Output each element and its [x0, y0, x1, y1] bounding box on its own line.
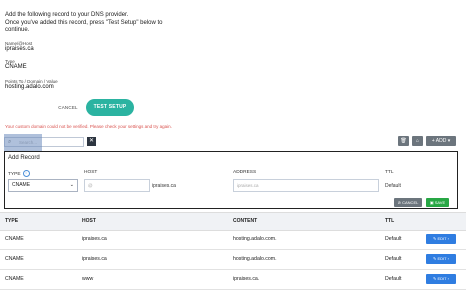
edit-button[interactable]: ✎ EDIT › — [426, 254, 456, 264]
address-input-placeholder: ipraises.ca — [237, 183, 259, 188]
table-header: TYPE HOST CONTENT TTL — [0, 212, 466, 231]
test-setup-button[interactable]: TEST SETUP — [86, 99, 134, 116]
row-host: www — [82, 276, 94, 282]
intro-line-3: continue. — [5, 27, 30, 33]
panel-cancel-button[interactable]: ⊘ CANCEL — [394, 198, 422, 207]
intro-line-2: Once you've added this record, press "Te… — [5, 19, 163, 26]
header-content: CONTENT — [233, 218, 258, 224]
address-input[interactable]: ipraises.ca — [233, 179, 379, 192]
error-message: Your custom domain could not be verified… — [5, 124, 172, 129]
row-content: hosting.adalo.com. — [233, 236, 277, 242]
host-input[interactable]: @ — [84, 179, 150, 192]
tag-icon: ⌂ — [415, 138, 420, 144]
trash-button[interactable]: 🗑 — [398, 136, 409, 146]
row-host: ipraises.ca — [82, 236, 107, 242]
row-type: CNAME — [5, 276, 24, 282]
type-select[interactable]: CNAME ⌄ — [8, 179, 78, 192]
table-row: CNAME ipraises.ca hosting.adalo.com. Def… — [0, 250, 466, 270]
add-button[interactable]: + ADD ▾ — [426, 136, 456, 146]
cancel-button[interactable]: CANCEL — [52, 103, 84, 113]
row-content: hosting.adalo.com. — [233, 256, 277, 262]
type-field-label: TYPE i — [8, 170, 30, 177]
tag-button[interactable]: ⌂ — [412, 136, 423, 146]
host-field-label: HOST — [84, 170, 98, 175]
intro-line-1: Add the following record to your DNS pro… — [5, 12, 129, 18]
row-ttl: Default — [385, 256, 402, 262]
ttl-field-label: TTL — [385, 170, 394, 175]
edit-button[interactable]: ✎ EDIT › — [426, 234, 456, 244]
row-ttl: Default — [385, 236, 402, 242]
header-host: HOST — [82, 218, 96, 224]
points-value: hosting.adalo.com — [5, 84, 54, 90]
header-type: TYPE — [5, 218, 19, 224]
row-type: CNAME — [5, 236, 24, 242]
ttl-value: Default — [385, 183, 401, 189]
row-content: ipraises.ca. — [233, 276, 260, 282]
host-input-placeholder: @ — [88, 183, 93, 188]
type-field-label-text: TYPE — [8, 171, 21, 177]
row-ttl: Default — [385, 276, 402, 282]
clear-search-button[interactable]: ✕ — [87, 137, 96, 146]
header-ttl: TTL — [385, 218, 395, 224]
address-field-label: ADDRESS — [233, 170, 257, 175]
table-row: CNAME ipraises.ca hosting.adalo.com. Def… — [0, 230, 466, 250]
intro-text: Add the following record to your DNS pro… — [5, 12, 205, 35]
chevron-down-icon: ⌄ — [69, 182, 74, 188]
edit-button[interactable]: ✎ EDIT › — [426, 274, 456, 284]
row-type: CNAME — [5, 256, 24, 262]
table-row: CNAME www ipraises.ca. Default ✎ EDIT › — [0, 270, 466, 290]
type-value: CNAME — [5, 64, 27, 70]
info-icon[interactable]: i — [22, 170, 30, 177]
row-host: ipraises.ca — [82, 256, 107, 262]
type-select-value: CNAME — [12, 182, 31, 188]
add-record-title: Add Record — [8, 155, 40, 161]
name-value: ipraises.ca — [5, 46, 34, 52]
host-suffix: ipraises.ca — [152, 183, 176, 189]
trash-icon: 🗑 — [400, 138, 407, 144]
panel-save-button[interactable]: ▣ SAVE — [426, 198, 449, 207]
